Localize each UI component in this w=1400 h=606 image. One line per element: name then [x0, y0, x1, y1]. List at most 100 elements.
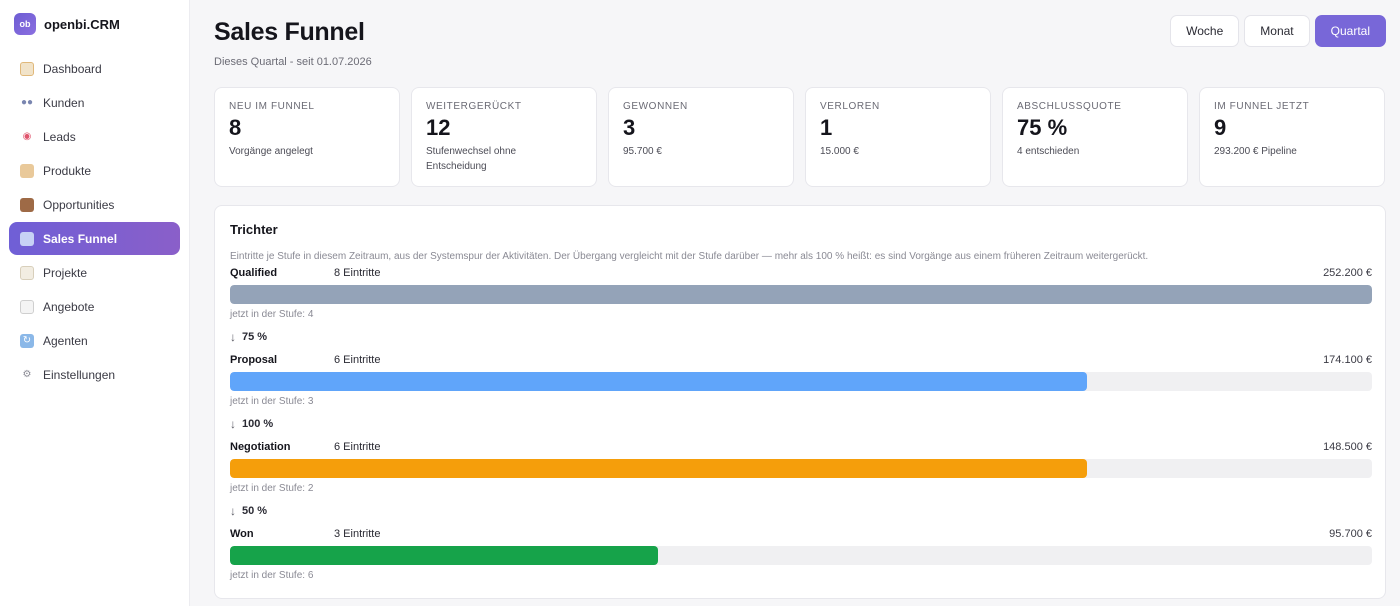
conversion-rate: ↓ 100 % — [230, 417, 273, 431]
sidebar-item-angebote[interactable]: Angebote — [9, 290, 180, 323]
brand-name: openbi.CRM — [44, 16, 120, 32]
conversion-rate: ↓ 75 % — [230, 330, 267, 344]
brand-logo: ob — [14, 13, 36, 35]
sidebar-item-label: Produkte — [43, 163, 92, 178]
kpi-note: 4 entschieden — [1017, 146, 1080, 157]
sidebar-item-opportunities[interactable]: Opportunities — [9, 188, 180, 221]
arrow-down-icon: ↓ — [230, 504, 236, 518]
conversion-rate: ↓ 50 % — [230, 504, 267, 518]
sidebar-item-sales-funnel[interactable]: Sales Funnel — [9, 222, 180, 255]
stage-bar-track — [230, 285, 1372, 304]
sidebar-item-projekte[interactable]: Projekte — [9, 256, 180, 289]
funnel-title: Trichter — [230, 222, 278, 237]
kpi-value: 3 — [623, 115, 636, 140]
sidebar-item-einstellungen[interactable]: ⚙ Einstellungen — [9, 358, 180, 391]
period-quarter-button[interactable]: Quartal — [1314, 15, 1386, 47]
kpi-value: 9 — [1214, 115, 1227, 140]
kpi-label: Verloren — [820, 101, 880, 112]
kpi-note: 15.000 € — [820, 146, 859, 157]
kpi-label: Gewonnen — [623, 101, 688, 112]
briefcase-icon — [20, 197, 34, 212]
sidebar-item-label: Projekte — [43, 265, 88, 280]
stage-bar-track — [230, 546, 1372, 565]
kpi-value: 1 — [820, 115, 833, 140]
period-switch: Woche Monat Quartal — [1170, 15, 1386, 47]
sidebar-item-dashboard[interactable]: Dashboard — [9, 52, 180, 85]
sidebar-item-label: Leads — [43, 129, 76, 144]
stage-entries: 6 Eintritte — [334, 441, 381, 453]
chart-icon — [20, 231, 34, 246]
kpi-label: Im Funnel jetzt — [1214, 101, 1310, 112]
sidebar-item-label: Opportunities — [43, 197, 115, 212]
sidebar-item-label: Kunden — [43, 95, 85, 110]
kpi-label: Abschlussquote — [1017, 101, 1122, 112]
kpi-row: Neu im Funnel 8 Vorgänge angelegt Weiter… — [214, 87, 1385, 187]
document-icon — [20, 299, 34, 314]
sidebar-item-produkte[interactable]: Produkte — [9, 154, 180, 187]
kpi-value: 75 % — [1017, 115, 1068, 140]
stage-entries: 6 Eintritte — [334, 354, 381, 366]
stage-bar-fill — [230, 285, 1372, 304]
stage-current: jetzt in der Stufe: 4 — [230, 309, 314, 320]
kpi-card-in-funnel: Im Funnel jetzt 9 293.200 € Pipeline — [1199, 87, 1385, 187]
stage-bar-track — [230, 459, 1372, 478]
sidebar: ob openbi.CRM Dashboard ●● Kunden ◉ Lead… — [0, 0, 190, 606]
kpi-note: 95.700 € — [623, 146, 662, 157]
stage-current: jetzt in der Stufe: 3 — [230, 396, 314, 407]
stage-name: Won — [230, 528, 254, 540]
arrow-down-icon: ↓ — [230, 330, 236, 344]
stage-bar-fill — [230, 546, 659, 565]
conversion-value: 75 % — [242, 331, 268, 343]
page-subtitle: Dieses Quartal - seit 01.07.2026 — [214, 56, 372, 68]
stage-bar-fill — [230, 372, 1087, 391]
target-icon: ◉ — [22, 131, 32, 142]
sidebar-item-label: Dashboard — [43, 61, 102, 76]
conversion-value: 50 % — [242, 505, 268, 517]
kpi-note: Vorgänge angelegt — [229, 146, 313, 157]
kpi-card-won: Gewonnen 3 95.700 € — [608, 87, 794, 187]
stage-entries: 8 Eintritte — [334, 267, 381, 279]
kpi-card-advanced: Weitergerückt 12 Stufenwechsel ohne Ents… — [411, 87, 597, 187]
stage-name: Qualified — [230, 267, 278, 279]
conversion-value: 100 % — [242, 418, 274, 430]
stage-value: 148.500 € — [1323, 441, 1372, 453]
arrow-down-icon: ↓ — [230, 417, 236, 431]
kpi-note: Stufenwechsel ohne Entscheidung — [426, 146, 517, 172]
sidebar-item-leads[interactable]: ◉ Leads — [9, 120, 180, 153]
page-title: Sales Funnel — [214, 18, 365, 46]
kpi-label: Neu im Funnel — [229, 101, 315, 112]
stage-bar-track — [230, 372, 1372, 391]
stage-value: 174.100 € — [1323, 354, 1372, 366]
kpi-card-lost: Verloren 1 15.000 € — [805, 87, 991, 187]
sidebar-item-label: Angebote — [43, 299, 95, 314]
sidebar-item-label: Einstellungen — [43, 367, 116, 382]
sidebar-item-agenten[interactable]: ↻ Agenten — [9, 324, 180, 357]
stage-entries: 3 Eintritte — [334, 528, 381, 540]
period-week-button[interactable]: Woche — [1170, 15, 1240, 47]
funnel-panel: Trichter Eintritte je Stufe in diesem Ze… — [214, 205, 1386, 599]
dashboard-icon — [20, 61, 34, 76]
kpi-label: Weitergerückt — [426, 101, 522, 112]
funnel-description: Eintritte je Stufe in diesem Zeitraum, a… — [230, 251, 1149, 262]
sidebar-nav: Dashboard ●● Kunden ◉ Leads Produkte Opp… — [0, 52, 189, 391]
clipboard-icon — [20, 265, 34, 280]
gear-icon: ⚙ — [22, 369, 32, 380]
users-icon: ●● — [20, 97, 34, 108]
sidebar-item-kunden[interactable]: ●● Kunden — [9, 86, 180, 119]
stage-current: jetzt in der Stufe: 2 — [230, 483, 314, 494]
kpi-card-new: Neu im Funnel 8 Vorgänge angelegt — [214, 87, 400, 187]
kpi-value: 8 — [229, 115, 242, 140]
stage-name: Negotiation — [230, 441, 291, 453]
refresh-icon: ↻ — [20, 333, 34, 348]
stage-name: Proposal — [230, 354, 278, 366]
brand[interactable]: ob openbi.CRM — [14, 6, 189, 42]
stage-bar-fill — [230, 459, 1087, 478]
period-month-button[interactable]: Monat — [1244, 15, 1310, 47]
kpi-card-close-rate: Abschlussquote 75 % 4 entschieden — [1002, 87, 1188, 187]
kpi-note: 293.200 € Pipeline — [1214, 146, 1297, 157]
stage-value: 95.700 € — [1329, 528, 1372, 540]
box-icon — [20, 163, 34, 178]
sidebar-item-label: Sales Funnel — [43, 231, 118, 246]
sidebar-item-label: Agenten — [43, 333, 88, 348]
kpi-value: 12 — [426, 115, 451, 140]
